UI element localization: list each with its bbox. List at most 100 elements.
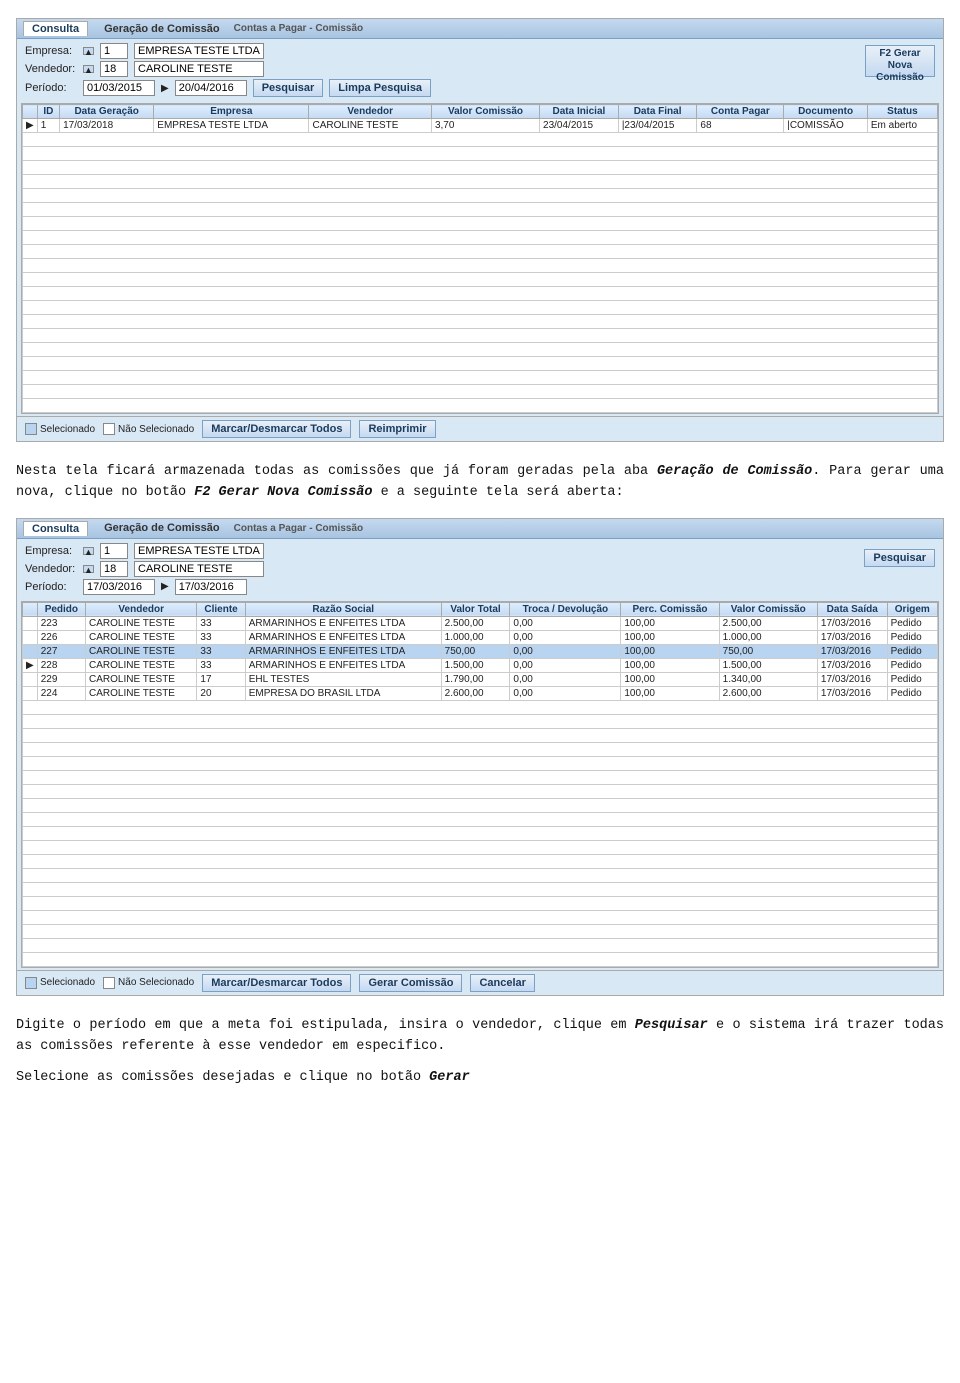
row-arrow — [23, 686, 38, 700]
panel1-tab-active[interactable]: Consulta — [23, 21, 88, 36]
vendedor-label: Vendedor: — [25, 63, 77, 75]
p2-selecionado-checkbox[interactable]: Selecionado — [25, 977, 95, 989]
nao-selecionado-checkbox[interactable]: Não Selecionado — [103, 423, 194, 435]
cell-data-ini: 23/04/2015 — [540, 119, 619, 133]
table-row[interactable]: 227 CAROLINE TESTE 33 ARMARINHOS E ENFEI… — [23, 644, 938, 658]
cell-perc: 100,00 — [621, 658, 719, 672]
cell-valor-total: 750,00 — [441, 644, 510, 658]
vendedor-spin-up[interactable]: ▲ — [83, 65, 94, 73]
periodo-label: Período: — [25, 82, 77, 94]
text-para-1: Nesta tela ficará armazenada todas as co… — [16, 462, 944, 504]
vendedor-name-input[interactable] — [134, 61, 264, 77]
limpa-button[interactable]: Limpa Pesquisa — [329, 79, 431, 97]
text-block-2: Digite o período em que a meta foi estip… — [0, 1006, 960, 1089]
marcar-button[interactable]: Marcar/Desmarcar Todos — [202, 420, 351, 438]
cell-pedido: 223 — [37, 616, 85, 630]
p2-nao-selecionado-checkbox[interactable]: Não Selecionado — [103, 977, 194, 989]
col-empresa: Empresa — [154, 105, 309, 119]
p2-selecionado-box[interactable] — [25, 977, 37, 989]
table-row[interactable]: ▶ 1 17/03/2018 EMPRESA TESTE LTDA CAROLI… — [23, 119, 938, 133]
p2-pesquisar-button[interactable]: Pesquisar — [864, 549, 935, 567]
row-arrow — [23, 672, 38, 686]
cell-perc: 100,00 — [621, 630, 719, 644]
cell-valor-com: 1.340,00 — [719, 672, 817, 686]
p2-nao-selecionado-label: Não Selecionado — [118, 977, 194, 988]
cell-razao: EHL TESTES — [245, 672, 441, 686]
p2-vendedor-row: Vendedor: ▲ — [25, 561, 264, 577]
p2-periodo-from-input[interactable] — [83, 579, 155, 595]
panel1-title-bar: Consulta Geração de Comissão Contas a Pa… — [17, 19, 943, 39]
text-pesquisar-bold: Pesquisar — [635, 1018, 708, 1033]
p2-periodo-to-input[interactable] — [175, 579, 247, 595]
cell-origem: Pedido — [887, 644, 937, 658]
empresa-spin-up[interactable]: ▲ — [83, 47, 94, 55]
pesquisar-button[interactable]: Pesquisar — [253, 79, 324, 97]
p2-gerar-button[interactable]: Gerar Comissão — [359, 974, 462, 992]
col-status: Status — [867, 105, 937, 119]
empresa-name-input[interactable] — [134, 43, 264, 59]
reimprimir-button[interactable]: Reimprimir — [359, 420, 435, 438]
p2-marcar-button[interactable]: Marcar/Desmarcar Todos — [202, 974, 351, 992]
row-arrow: ▶ — [23, 119, 38, 133]
cell-vendedor: CAROLINE TESTE — [86, 630, 197, 644]
cell-pedido: 228 — [37, 658, 85, 672]
panel2-title-bar: Consulta Geração de Comissão Contas a Pa… — [17, 519, 943, 539]
cell-id: 1 — [37, 119, 59, 133]
empresa-input[interactable] — [100, 43, 128, 59]
text-p1-prefix: Nesta tela ficará armazenada todas as co… — [16, 464, 944, 500]
p2-empresa-name-input[interactable] — [134, 543, 264, 559]
panel1-form: Empresa: ▲ Vendedor: ▲ Período: ▶ Pesq — [17, 39, 943, 101]
selecionado-checkbox[interactable]: Selecionado — [25, 423, 95, 435]
panel2-table: Pedido Vendedor Cliente Razão Social Val… — [22, 602, 938, 967]
table-row[interactable]: 224 CAROLINE TESTE 20 EMPRESA DO BRASIL … — [23, 686, 938, 700]
panel1-tab-inactive[interactable]: Geração de Comissão — [96, 22, 228, 36]
cell-origem: Pedido — [887, 686, 937, 700]
table-row[interactable]: 223 CAROLINE TESTE 33 ARMARINHOS E ENFEI… — [23, 616, 938, 630]
p2-col-troca: Troca / Devolução — [510, 602, 621, 616]
f2-gerar-button[interactable]: F2 Gerar Nova Comissão — [865, 45, 935, 77]
table-row[interactable]: 229 CAROLINE TESTE 17 EHL TESTES 1.790,0… — [23, 672, 938, 686]
cell-conta: 68 — [697, 119, 784, 133]
periodo-to-input[interactable] — [175, 80, 247, 96]
cell-cliente: 20 — [197, 686, 245, 700]
cell-data-saida: 17/03/2016 — [817, 658, 887, 672]
selecionado-label: Selecionado — [40, 424, 95, 435]
cell-troca: 0,00 — [510, 616, 621, 630]
table-row[interactable]: ▶ 228 CAROLINE TESTE 33 ARMARINHOS E ENF… — [23, 658, 938, 672]
cell-data-saida: 17/03/2016 — [817, 630, 887, 644]
cell-origem: Pedido — [887, 630, 937, 644]
cell-razao: ARMARINHOS E ENFEITES LTDA — [245, 644, 441, 658]
text-gerar-bold: Gerar — [429, 1070, 470, 1085]
periodo-from-input[interactable] — [83, 80, 155, 96]
p2-empresa-spin-up[interactable]: ▲ — [83, 547, 94, 555]
cell-troca: 0,00 — [510, 630, 621, 644]
cell-origem: Pedido — [887, 616, 937, 630]
cell-valor: 3,70 — [431, 119, 539, 133]
col-data-geracao: Data Geração — [60, 105, 154, 119]
panel2-tab-inactive[interactable]: Geração de Comissão — [96, 521, 228, 535]
cell-vendedor: CAROLINE TESTE — [86, 616, 197, 630]
col-data-inicial: Data Inicial — [540, 105, 619, 119]
col-data-final: Data Final — [618, 105, 697, 119]
cell-troca: 0,00 — [510, 658, 621, 672]
text-p1-bold2: F2 Gerar Nova Comissão — [194, 485, 372, 500]
p2-empresa-input[interactable] — [100, 543, 128, 559]
panel2-tab-active[interactable]: Consulta — [23, 521, 88, 536]
vendedor-input[interactable] — [100, 61, 128, 77]
col-id: ID — [37, 105, 59, 119]
p2-vendedor-label: Vendedor: — [25, 563, 77, 575]
cell-razao: ARMARINHOS E ENFEITES LTDA — [245, 616, 441, 630]
cell-cliente: 33 — [197, 616, 245, 630]
selecionado-box[interactable] — [25, 423, 37, 435]
nao-selecionado-box[interactable] — [103, 423, 115, 435]
table-row[interactable]: 226 CAROLINE TESTE 33 ARMARINHOS E ENFEI… — [23, 630, 938, 644]
p2-vendedor-spin-up[interactable]: ▲ — [83, 565, 94, 573]
p2-vendedor-input[interactable] — [100, 561, 128, 577]
cell-vendedor: CAROLINE TESTE — [309, 119, 431, 133]
p2-vendedor-name-input[interactable] — [134, 561, 264, 577]
panel1-table-area: ID Data Geração Empresa Vendedor Valor C… — [21, 103, 939, 414]
cell-valor-total: 2.600,00 — [441, 686, 510, 700]
p2-cancelar-button[interactable]: Cancelar — [470, 974, 534, 992]
cell-troca: 0,00 — [510, 644, 621, 658]
p2-nao-selecionado-box[interactable] — [103, 977, 115, 989]
